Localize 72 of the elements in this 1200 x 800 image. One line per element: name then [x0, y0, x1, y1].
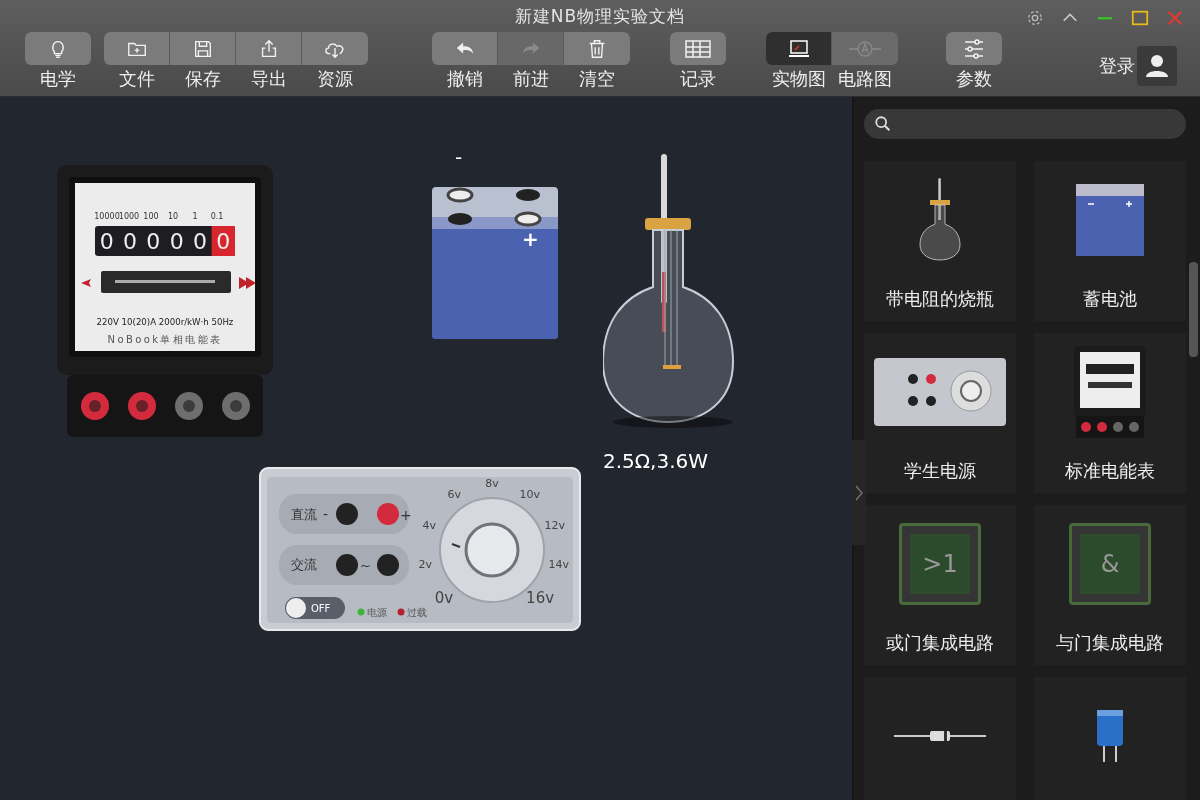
- ac-label: 交流: [291, 557, 317, 572]
- electric-meter-thumbnail-icon: [1072, 344, 1148, 440]
- voltage-scale-label: 12v: [544, 519, 566, 532]
- indicator-label: 电源: [367, 607, 387, 618]
- component-card[interactable]: 带电阻的烧瓶: [864, 161, 1016, 321]
- component-card[interactable]: >1 或门集成电路: [864, 505, 1016, 665]
- login-link[interactable]: 登录: [1099, 54, 1135, 78]
- chevron-right-icon: [855, 484, 863, 501]
- resistor-spec-label: 2.5Ω,3.6W: [603, 449, 709, 473]
- socket-icon: [377, 554, 399, 576]
- voltage-scale-label: 0v: [434, 589, 454, 608]
- voltage-scale-label: 8v: [485, 477, 499, 490]
- integrated-circuit-chip: >1: [899, 523, 981, 605]
- socket-icon: [377, 503, 399, 525]
- sliders-icon: [962, 37, 986, 60]
- maximize-icon[interactable]: [1131, 9, 1149, 27]
- capacitor-thumbnail-icon: [1095, 708, 1125, 764]
- negative-sign: -: [455, 145, 463, 169]
- integrated-circuit-chip: &: [1069, 523, 1151, 605]
- positive-sign: +: [522, 227, 539, 251]
- digit-place-label: 1000: [118, 212, 140, 221]
- component-card[interactable]: 蓄电池: [1034, 161, 1186, 321]
- socket-icon: [336, 554, 358, 576]
- digit-place-label: 0.1: [210, 212, 224, 221]
- voltage-scale-label: 10v: [519, 488, 541, 502]
- scrollbar-thumb[interactable]: [1189, 262, 1198, 357]
- search-field[interactable]: [864, 109, 1186, 139]
- voltage-scale-label: 4v: [422, 519, 436, 532]
- component-card[interactable]: 学生电源: [864, 333, 1016, 493]
- power-switch[interactable]: OFF: [285, 597, 345, 619]
- component-name: 学生电源: [904, 459, 976, 483]
- voltage-scale-label: 16v: [526, 589, 555, 608]
- indicator-label: 过载: [407, 607, 427, 618]
- digit-place-label: 10000: [94, 212, 120, 221]
- counter-digit: 0: [123, 229, 138, 254]
- digit-place-label: 100: [143, 212, 159, 221]
- component-name: 带电阻的烧瓶: [886, 287, 994, 311]
- meter-rating-text: 220V 10(20)A 2000r/kW·h 50Hz: [96, 317, 234, 327]
- power-supply-thumbnail-icon: [873, 357, 1007, 427]
- voltage-scale-label: 14v: [548, 558, 569, 572]
- search-icon: [874, 115, 892, 133]
- digit-place-label: 10: [167, 212, 179, 221]
- counter-digit: 0: [146, 229, 161, 254]
- power-supply-drawing[interactable]: 直流 - + 交流 ~ OFF 电源 过载 8v 6v 10v 4v 12v 2v 14v 0v 16v: [259, 467, 581, 632]
- counter-digit: 0: [169, 229, 184, 254]
- plus-sign: +: [400, 507, 412, 523]
- voltage-scale-label: 6v: [447, 488, 461, 502]
- component-name: 蓄电池: [1083, 287, 1137, 311]
- minus-sign: -: [323, 506, 329, 522]
- socket-icon: [336, 503, 358, 525]
- digit-place-label: 1: [192, 212, 198, 221]
- table-icon: [684, 37, 712, 60]
- dc-label: 直流: [291, 507, 317, 522]
- voltage-scale-label: 2v: [418, 558, 433, 572]
- panel-collapse-handle[interactable]: [852, 440, 866, 545]
- settings-icon[interactable]: [1026, 9, 1044, 27]
- counter-digit: 0: [99, 229, 114, 254]
- counter-digit: 0: [216, 229, 231, 254]
- meter-brand-text: NoBook单相电能表: [107, 334, 223, 345]
- user-avatar-icon[interactable]: [1137, 46, 1177, 86]
- component-card[interactable]: [1034, 677, 1186, 800]
- component-name: 标准电能表: [1065, 459, 1155, 483]
- component-name: 或门集成电路: [886, 631, 994, 655]
- window-title: 新建NB物理实验文档: [514, 4, 686, 28]
- component-card[interactable]: & 与门集成电路: [1034, 505, 1186, 665]
- battery-thumbnail-icon: [1074, 182, 1146, 258]
- monitor-icon: [786, 37, 811, 60]
- counter-digit: 0: [193, 229, 207, 254]
- resistor-thumbnail-icon: [894, 729, 986, 743]
- component-card[interactable]: 标准电能表: [1034, 333, 1186, 493]
- tilde-sign: ~: [360, 558, 371, 573]
- component-name: 与门集成电路: [1056, 631, 1164, 655]
